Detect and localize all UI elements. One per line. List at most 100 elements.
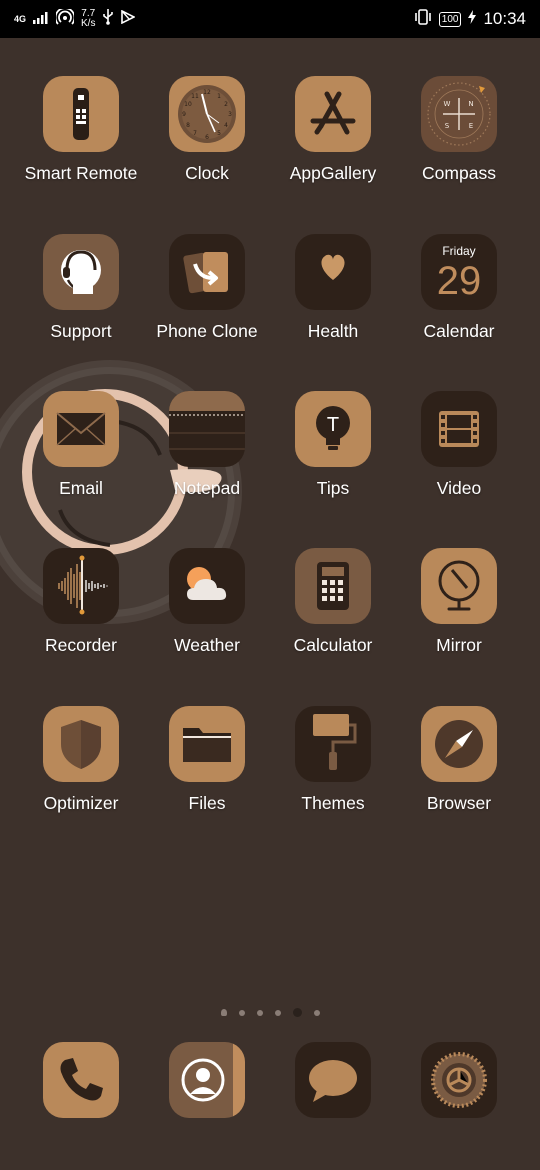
- app-smart-remote[interactable]: Smart Remote: [11, 76, 151, 184]
- sun-cloud-icon: [169, 548, 245, 624]
- dock-phone[interactable]: [11, 1042, 151, 1118]
- app-label: Email: [59, 478, 103, 498]
- dock-settings[interactable]: [389, 1042, 529, 1118]
- svg-text:1: 1: [217, 93, 221, 100]
- page-dot[interactable]: [256, 1009, 263, 1016]
- calendar-day: 29: [437, 259, 482, 303]
- app-label: Video: [436, 478, 482, 498]
- app-mirror[interactable]: Mirror: [389, 548, 529, 656]
- hotspot-icon: [54, 7, 76, 29]
- app-health[interactable]: Health: [263, 234, 403, 342]
- app-calendar[interactable]: Friday 29 Calendar: [389, 234, 529, 342]
- app-label: Tips: [316, 478, 350, 498]
- app-files[interactable]: Files: [137, 706, 277, 814]
- app-recorder[interactable]: Recorder: [11, 548, 151, 656]
- notepad-icon: [169, 391, 245, 467]
- app-label: Calendar: [423, 321, 495, 341]
- dock-messages[interactable]: [263, 1042, 403, 1118]
- app-weather[interactable]: Weather: [137, 548, 277, 656]
- waveform-icon: [43, 548, 119, 624]
- page-dot[interactable]: [274, 1009, 281, 1016]
- app-label: Support: [50, 321, 112, 341]
- app-clock[interactable]: 12 6 9 3 1 2 4 5 7 8 10 11 Clock: [137, 76, 277, 184]
- app-notepad[interactable]: Notepad: [137, 391, 277, 499]
- app-browser[interactable]: Browser: [389, 706, 529, 814]
- app-label: Notepad: [173, 478, 241, 498]
- app-label: Mirror: [436, 635, 482, 655]
- browser-compass-icon: [421, 706, 497, 782]
- app-label: Clock: [185, 163, 229, 183]
- battery-level: 100: [438, 11, 462, 27]
- film-icon: [421, 391, 497, 467]
- remote-icon: [43, 76, 119, 152]
- app-tips[interactable]: T Tips: [263, 391, 403, 499]
- app-label: Browser: [426, 793, 492, 813]
- compass-n: N: [468, 100, 473, 108]
- settings-gear-icon: [421, 1042, 497, 1118]
- calendar-weekday: Friday: [442, 244, 475, 258]
- app-themes[interactable]: Themes: [263, 706, 403, 814]
- charging-icon: [468, 10, 477, 28]
- svg-text:6: 6: [205, 134, 209, 141]
- support-headset-icon: [43, 234, 119, 310]
- page-dot[interactable]: [238, 1009, 245, 1016]
- app-label: AppGallery: [289, 163, 377, 183]
- phone-clone-icon: [169, 234, 245, 310]
- app-label: Smart Remote: [24, 163, 138, 183]
- compass-s: S: [445, 122, 450, 130]
- app-label: Weather: [174, 635, 240, 655]
- app-email[interactable]: Email: [11, 391, 151, 499]
- signal-icon: [33, 11, 49, 28]
- svg-text:11: 11: [191, 93, 199, 100]
- page-dot-home[interactable]: [220, 1009, 227, 1016]
- svg-text:4: 4: [224, 122, 228, 129]
- calendar-icon: Friday 29: [421, 234, 497, 310]
- tips-letter: T: [327, 414, 339, 436]
- vibrate-icon: [414, 9, 432, 29]
- app-appgallery[interactable]: AppGallery: [263, 76, 403, 184]
- mirror-icon: [421, 548, 497, 624]
- page-dot[interactable]: [313, 1009, 320, 1016]
- app-label: Compass: [422, 163, 496, 183]
- network-type: 4G: [14, 13, 27, 24]
- app-calculator[interactable]: Calculator: [263, 548, 403, 656]
- app-optimizer[interactable]: Optimizer: [11, 706, 151, 814]
- page-dot-active[interactable]: [292, 1008, 302, 1017]
- app-label: Optimizer: [43, 793, 119, 813]
- dock-contacts[interactable]: [137, 1042, 277, 1118]
- status-bar: 4G 7.7 K/s 100 10:34: [0, 0, 540, 38]
- svg-text:8: 8: [186, 122, 190, 129]
- status-left: 4G 7.7 K/s: [14, 7, 137, 29]
- svg-text:5: 5: [217, 130, 221, 137]
- svg-text:3: 3: [228, 111, 232, 118]
- app-label: Themes: [301, 793, 365, 813]
- clock-icon: 12 6 9 3 1 2 4 5 7 8 10 11: [169, 76, 245, 152]
- message-bubble-icon: [295, 1042, 371, 1118]
- network-speed: 7.7 K/s: [81, 9, 95, 29]
- compass-icon: N W S E: [421, 76, 497, 152]
- app-phone-clone[interactable]: Phone Clone: [137, 234, 277, 342]
- dock: [0, 1042, 540, 1118]
- svg-text:2: 2: [224, 101, 228, 108]
- appgallery-icon: [295, 76, 371, 152]
- svg-text:7: 7: [193, 130, 197, 137]
- play-store-icon: [121, 9, 137, 28]
- compass-w: W: [444, 100, 451, 108]
- clock-time: 10:34: [483, 9, 526, 28]
- app-label: Phone Clone: [156, 321, 258, 341]
- contacts-icon: [169, 1042, 245, 1118]
- app-label: Recorder: [45, 635, 117, 655]
- paint-roller-icon: [295, 706, 371, 782]
- app-video[interactable]: Video: [389, 391, 529, 499]
- svg-text:12: 12: [203, 89, 211, 96]
- usb-icon: [102, 9, 114, 29]
- speed-unit: K/s: [81, 18, 96, 29]
- envelope-icon: [43, 391, 119, 467]
- status-right: 100 10:34: [414, 9, 526, 29]
- heart-icon: [295, 234, 371, 310]
- folder-icon: [169, 706, 245, 782]
- app-label: Files: [188, 793, 226, 813]
- app-compass[interactable]: N W S E Compass: [389, 76, 529, 184]
- app-support[interactable]: Support: [11, 234, 151, 342]
- page-indicator[interactable]: [0, 1008, 540, 1017]
